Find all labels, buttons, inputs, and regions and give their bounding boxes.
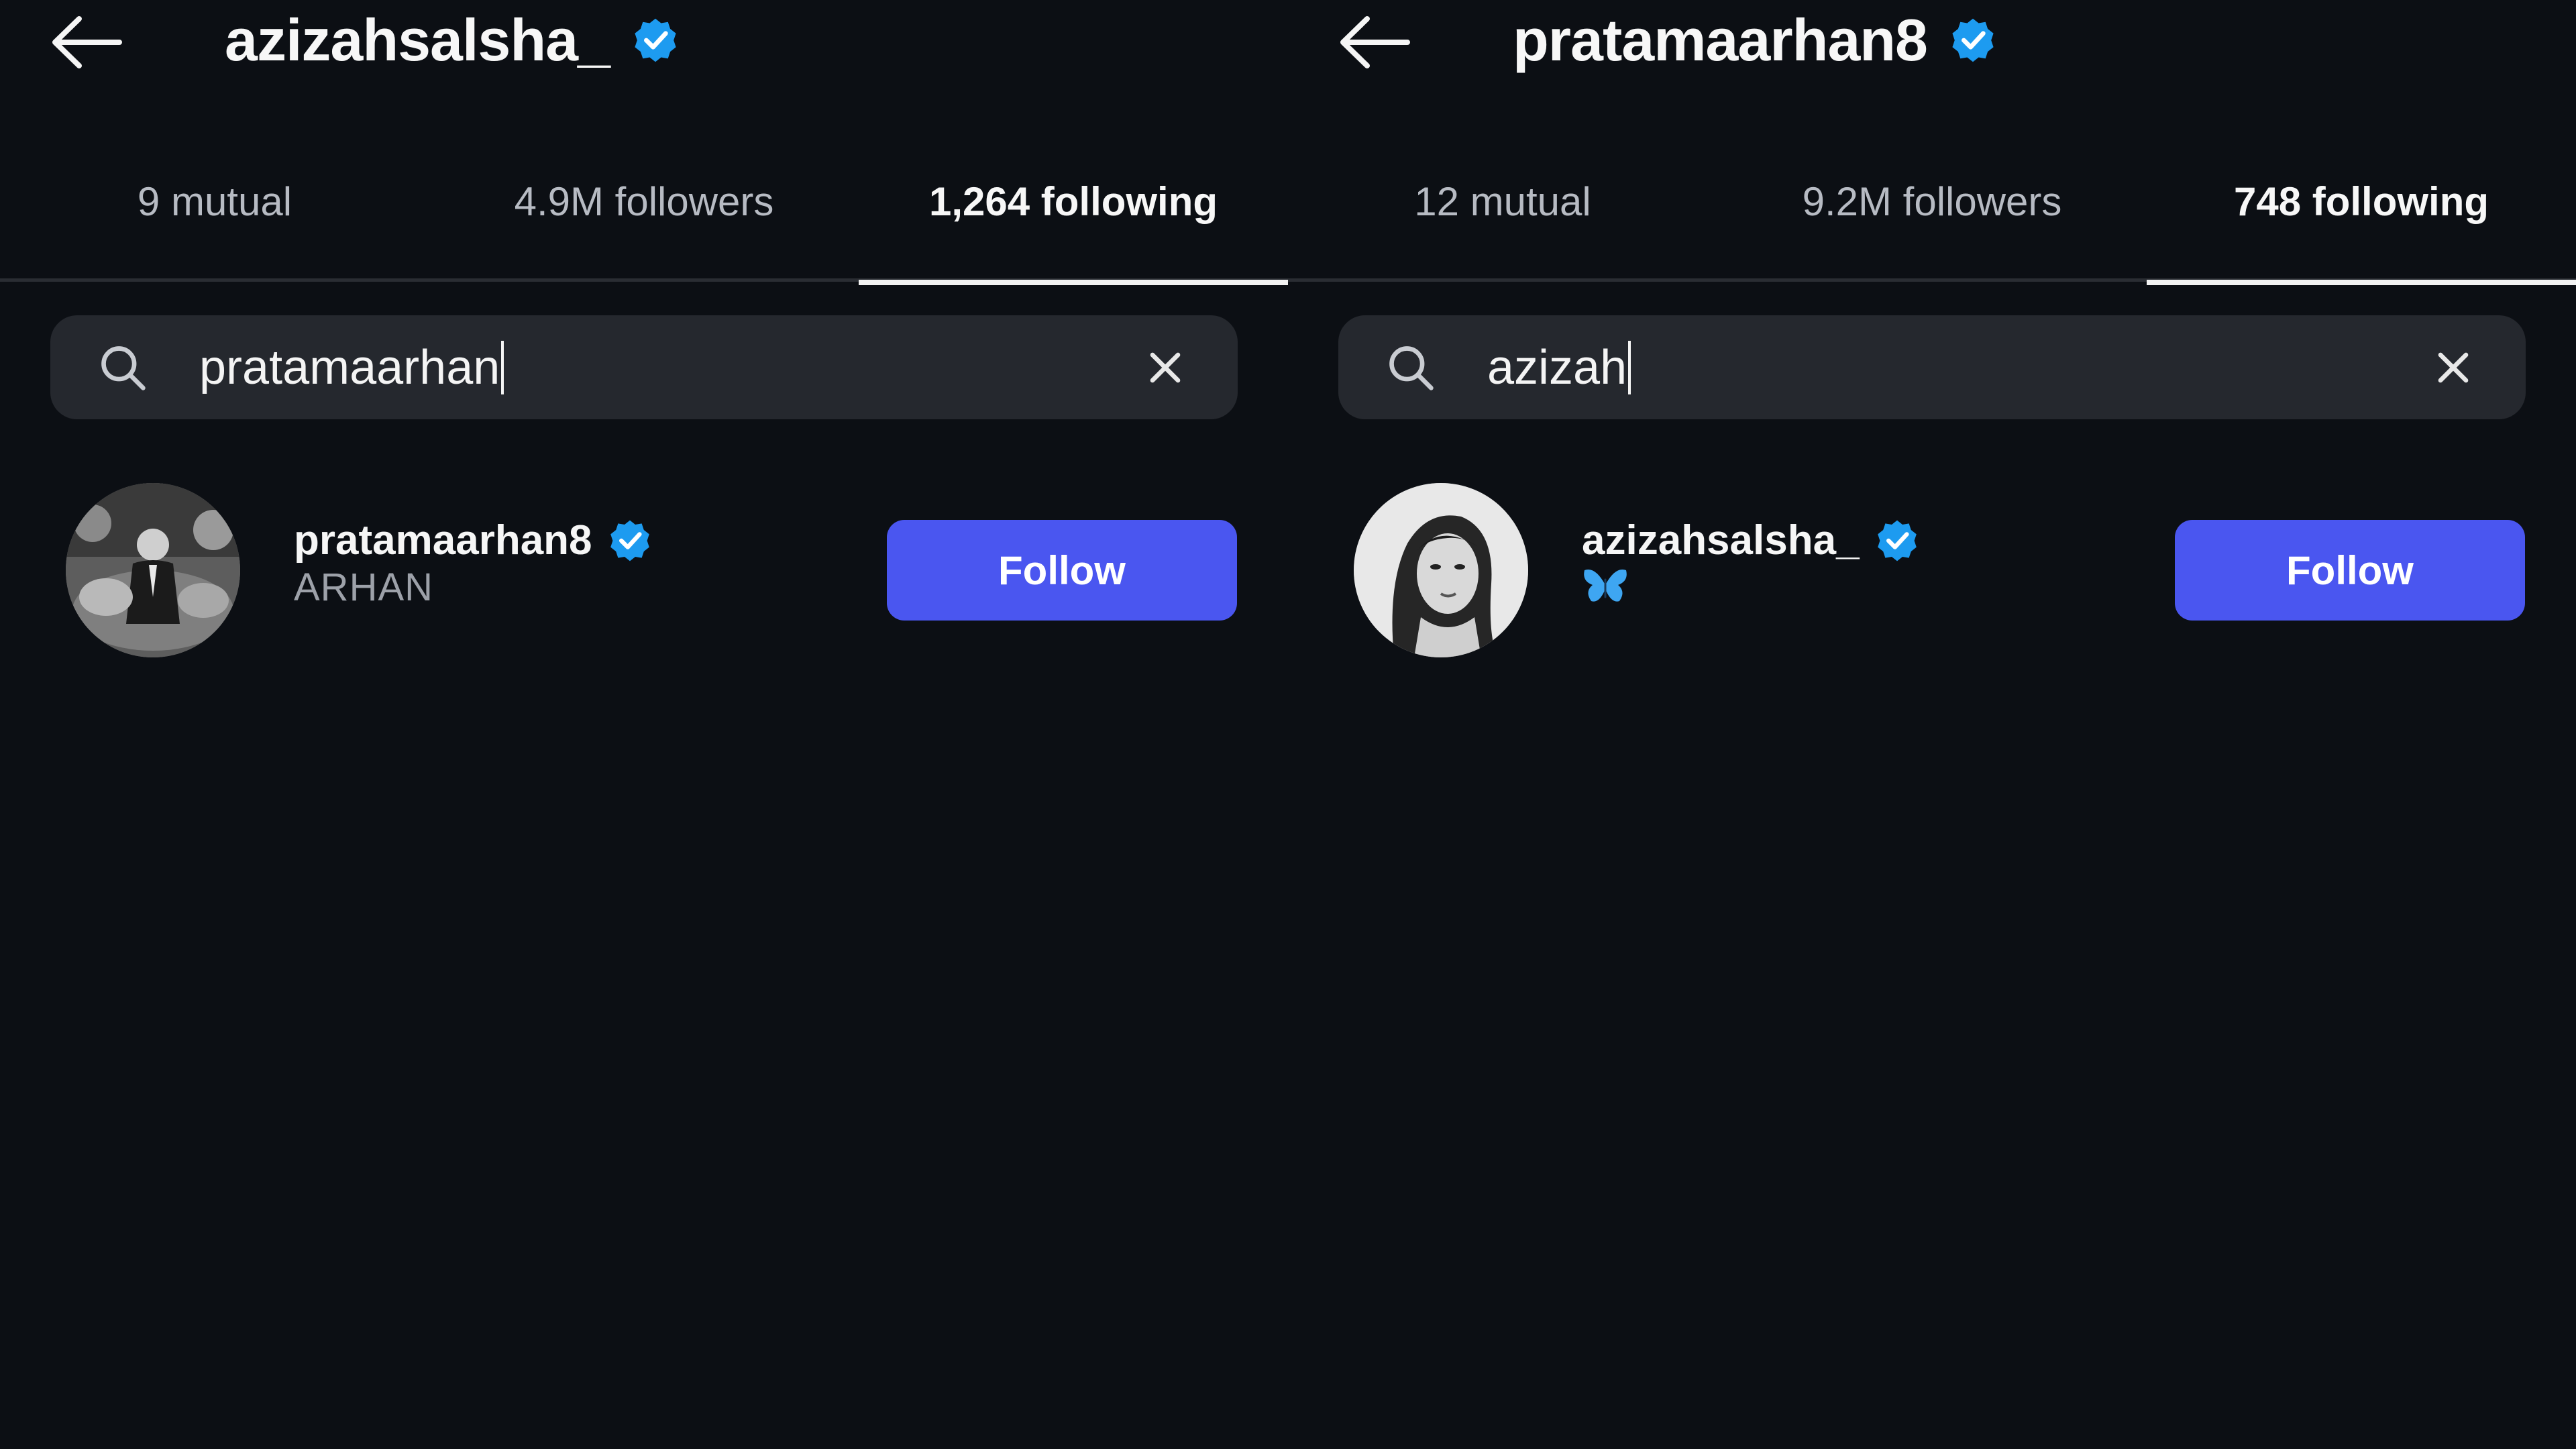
connection-tabs: 9 mutual 4.9M followers 1,264 following	[0, 121, 1288, 285]
profile-handle: azizahsalsha_	[225, 7, 610, 73]
result-bio	[1582, 565, 1629, 616]
tab-mutual[interactable]: 9 mutual	[0, 121, 429, 282]
list-item[interactable]: pratamaarhan8 ARHAN Follow	[0, 483, 1288, 657]
tab-followers[interactable]: 9.2M followers	[1717, 121, 2147, 282]
back-arrow-icon[interactable]	[1335, 12, 1415, 72]
text-caret	[1628, 340, 1631, 394]
close-icon[interactable]	[1140, 342, 1191, 393]
back-arrow-icon[interactable]	[47, 12, 127, 72]
connection-tabs: 12 mutual 9.2M followers 748 following	[1288, 121, 2576, 285]
right-panel: pratamaarhan8 12 mutual 9.2M followers 7…	[1288, 0, 2576, 1449]
profile-header: pratamaarhan8	[1288, 0, 2576, 87]
search-icon	[101, 346, 146, 390]
tab-mutual[interactable]: 12 mutual	[1288, 121, 1717, 282]
search-input[interactable]: azizah	[1487, 315, 2359, 419]
verified-badge-icon	[1877, 520, 1917, 561]
close-icon[interactable]	[2428, 342, 2479, 393]
result-display-name: ARHAN	[294, 566, 434, 609]
avatar[interactable]	[1354, 483, 1528, 657]
left-panel: azizahsalsha_ 9 mutual 4.9M followers 1,…	[0, 0, 1288, 1449]
result-username[interactable]: pratamaarhan8	[294, 517, 592, 564]
profile-handle-row: pratamaarhan8	[1513, 0, 1996, 80]
butterfly-icon	[1584, 569, 1627, 602]
search-bar: azizah	[1338, 315, 2526, 419]
search-input-value: azizah	[1487, 340, 1627, 394]
search-input[interactable]: pratamaarhan	[199, 315, 1071, 419]
search-bar: pratamaarhan	[50, 315, 1238, 419]
result-username[interactable]: azizahsalsha_	[1582, 517, 1860, 564]
search-input-value: pratamaarhan	[199, 340, 500, 394]
profile-handle-row: azizahsalsha_	[225, 0, 678, 80]
app-screen: azizahsalsha_ 9 mutual 4.9M followers 1,…	[0, 0, 2576, 1449]
list-item[interactable]: azizahsalsha_ Follow	[1288, 483, 2576, 657]
tab-followers[interactable]: 4.9M followers	[429, 121, 859, 282]
verified-badge-icon	[635, 18, 676, 62]
profile-header: azizahsalsha_	[0, 0, 1288, 87]
profile-handle: pratamaarhan8	[1513, 7, 1928, 73]
text-caret	[501, 340, 504, 394]
result-name-row: azizahsalsha_	[1582, 517, 1919, 564]
verified-badge-icon	[1952, 18, 1994, 62]
tab-following[interactable]: 1,264 following	[859, 121, 1288, 285]
follow-button[interactable]: Follow	[2175, 520, 2525, 621]
follow-button[interactable]: Follow	[887, 520, 1237, 621]
avatar[interactable]	[66, 483, 240, 657]
tab-following[interactable]: 748 following	[2147, 121, 2576, 285]
result-name-row: pratamaarhan8	[294, 517, 651, 564]
search-icon	[1389, 346, 1434, 390]
verified-badge-icon	[610, 520, 649, 561]
